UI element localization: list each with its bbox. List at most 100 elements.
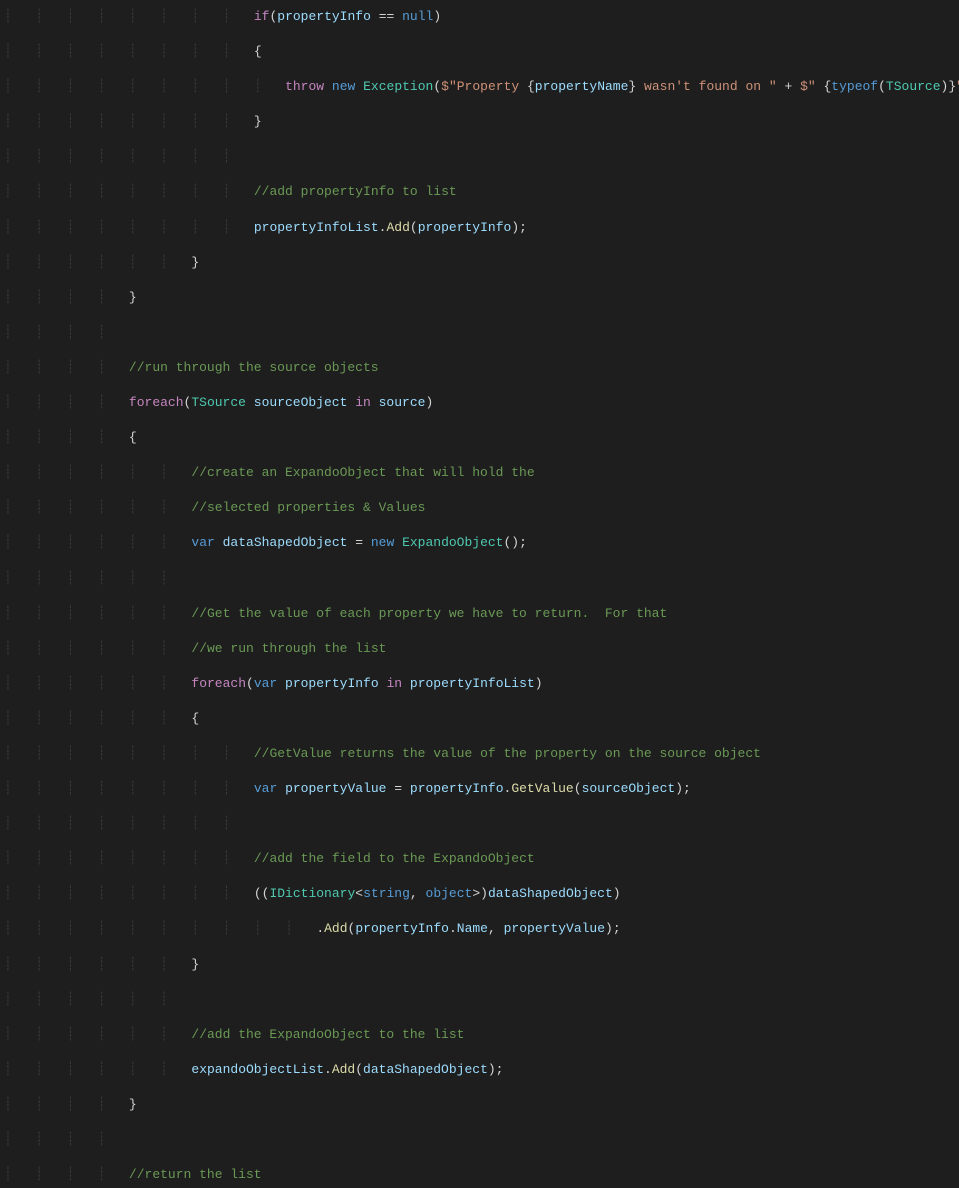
token-punct xyxy=(277,676,285,691)
code-line[interactable]: ┊ ┊ ┊ ┊ ┊ ┊ //create an ExpandoObject th… xyxy=(4,464,959,482)
token-punct: } xyxy=(129,290,137,305)
token-comment: //Get the value of each property we have… xyxy=(191,606,667,621)
token-punct: , xyxy=(410,886,426,901)
token-var: propertyValue xyxy=(285,781,386,796)
code-line[interactable]: ┊ ┊ ┊ ┊ ┊ ┊ expandoObjectList.Add(dataSh… xyxy=(4,1061,959,1079)
code-editor[interactable]: ┊ ┊ ┊ ┊ ┊ ┊ ┊ ┊ if(propertyInfo == null)… xyxy=(0,0,959,1188)
code-line[interactable]: ┊ ┊ ┊ ┊ ┊ ┊ xyxy=(4,991,959,1009)
token-str: $" xyxy=(800,79,823,94)
token-punct: , xyxy=(488,921,504,936)
code-line[interactable]: ┊ ┊ ┊ ┊ ┊ ┊ ┊ ┊ propertyInfoList.Add(pro… xyxy=(4,219,959,237)
code-line[interactable]: ┊ ┊ ┊ ┊ ┊ ┊ ┊ ┊ { xyxy=(4,43,959,61)
code-line[interactable]: ┊ ┊ ┊ ┊ ┊ ┊ ┊ ┊ //add propertyInfo to li… xyxy=(4,183,959,201)
token-punct: (); xyxy=(503,535,526,550)
code-line[interactable]: ┊ ┊ ┊ ┊ ┊ ┊ ┊ ┊ xyxy=(4,148,959,166)
token-type: IDictionary xyxy=(269,886,355,901)
token-comment: //return the list xyxy=(129,1167,262,1182)
code-line[interactable]: ┊ ┊ ┊ ┊ ┊ ┊ ┊ ┊ var propertyValue = prop… xyxy=(4,780,959,798)
token-var: Name xyxy=(457,921,488,936)
token-type: ExpandoObject xyxy=(402,535,503,550)
code-line[interactable]: ┊ ┊ ┊ ┊ } xyxy=(4,289,959,307)
code-line[interactable]: ┊ ┊ ┊ ┊ ┊ ┊ ┊ ┊ ┊ ┊ .Add(propertyInfo.Na… xyxy=(4,920,959,938)
token-kw: typeof xyxy=(831,79,878,94)
code-line[interactable]: ┊ ┊ ┊ ┊ ┊ ┊ ┊ ┊ ┊ throw new Exception($"… xyxy=(4,78,959,96)
token-punct: } xyxy=(254,114,262,129)
code-line[interactable]: ┊ ┊ ┊ ┊ //return the list xyxy=(4,1166,959,1184)
token-comment: //run through the source objects xyxy=(129,360,379,375)
indent-guide: ┊ ┊ ┊ ┊ ┊ ┊ ┊ ┊ xyxy=(4,184,254,199)
code-line[interactable]: ┊ ┊ ┊ ┊ //run through the source objects xyxy=(4,359,959,377)
code-line[interactable]: ┊ ┊ ┊ ┊ ┊ ┊ ┊ ┊ if(propertyInfo == null) xyxy=(4,8,959,26)
code-line[interactable]: ┊ ┊ ┊ ┊ ┊ ┊ var dataShapedObject = new E… xyxy=(4,534,959,552)
token-punct: ( xyxy=(348,921,356,936)
token-punct: ( xyxy=(433,79,441,94)
token-punct: } xyxy=(129,1097,137,1112)
code-line[interactable]: ┊ ┊ ┊ ┊ ┊ ┊ xyxy=(4,570,959,588)
token-punct: == xyxy=(371,9,402,24)
indent-guide: ┊ ┊ ┊ ┊ xyxy=(4,360,129,375)
token-comment: //add the ExpandoObject to the list xyxy=(191,1027,464,1042)
token-punct: { xyxy=(254,44,262,59)
token-punct xyxy=(324,79,332,94)
indent-guide: ┊ ┊ ┊ ┊ ┊ ┊ xyxy=(4,571,191,586)
code-line[interactable]: ┊ ┊ ┊ ┊ ┊ ┊ ┊ ┊ //add the field to the E… xyxy=(4,850,959,868)
token-comment: //create an ExpandoObject that will hold… xyxy=(191,465,534,480)
indent-guide: ┊ ┊ ┊ ┊ ┊ ┊ ┊ ┊ xyxy=(4,114,254,129)
indent-guide: ┊ ┊ ┊ ┊ xyxy=(4,325,129,340)
token-punct: )} xyxy=(941,79,957,94)
indent-guide: ┊ ┊ ┊ ┊ ┊ ┊ ┊ ┊ xyxy=(4,220,254,235)
code-line[interactable]: ┊ ┊ ┊ ┊ ┊ ┊ //selected properties & Valu… xyxy=(4,499,959,517)
code-line[interactable]: ┊ ┊ ┊ ┊ xyxy=(4,324,959,342)
token-punct: ); xyxy=(605,921,621,936)
token-var: propertyInfoList xyxy=(410,676,535,691)
token-var: dataShapedObject xyxy=(363,1062,488,1077)
indent-guide: ┊ ┊ ┊ ┊ ┊ ┊ ┊ ┊ xyxy=(4,816,254,831)
indent-guide: ┊ ┊ ┊ ┊ ┊ ┊ xyxy=(4,992,191,1007)
token-method: Add xyxy=(332,1062,355,1077)
code-line[interactable]: ┊ ┊ ┊ ┊ xyxy=(4,1131,959,1149)
token-str: wasn't found on " xyxy=(636,79,776,94)
code-line[interactable]: ┊ ┊ ┊ ┊ ┊ ┊ foreach(var propertyInfo in … xyxy=(4,675,959,693)
token-punct xyxy=(371,395,379,410)
token-punct: . xyxy=(449,921,457,936)
indent-guide: ┊ ┊ ┊ ┊ ┊ ┊ xyxy=(4,535,191,550)
indent-guide: ┊ ┊ ┊ ┊ ┊ ┊ ┊ ┊ xyxy=(4,149,254,164)
indent-guide: ┊ ┊ ┊ ┊ xyxy=(4,290,129,305)
token-punct: { xyxy=(527,79,535,94)
token-var: source xyxy=(379,395,426,410)
indent-guide: ┊ ┊ ┊ ┊ ┊ ┊ ┊ ┊ xyxy=(4,886,254,901)
indent-guide: ┊ ┊ ┊ ┊ xyxy=(4,430,129,445)
code-line[interactable]: ┊ ┊ ┊ ┊ ┊ ┊ { xyxy=(4,710,959,728)
indent-guide: ┊ ┊ ┊ ┊ ┊ ┊ xyxy=(4,606,191,621)
code-line[interactable]: ┊ ┊ ┊ ┊ ┊ ┊ //add the ExpandoObject to t… xyxy=(4,1026,959,1044)
token-punct xyxy=(215,535,223,550)
indent-guide: ┊ ┊ ┊ ┊ ┊ ┊ xyxy=(4,255,191,270)
token-kw: var xyxy=(191,535,214,550)
code-line[interactable]: ┊ ┊ ┊ ┊ ┊ ┊ } xyxy=(4,956,959,974)
token-punct: ( xyxy=(246,676,254,691)
code-line[interactable]: ┊ ┊ ┊ ┊ { xyxy=(4,429,959,447)
token-kw: string xyxy=(363,886,410,901)
indent-guide: ┊ ┊ ┊ ┊ xyxy=(4,1097,129,1112)
code-line[interactable]: ┊ ┊ ┊ ┊ ┊ ┊ //we run through the list xyxy=(4,640,959,658)
token-comment: //add propertyInfo to list xyxy=(254,184,457,199)
code-line[interactable]: ┊ ┊ ┊ ┊ ┊ ┊ //Get the value of each prop… xyxy=(4,605,959,623)
indent-guide: ┊ ┊ ┊ ┊ ┊ ┊ xyxy=(4,500,191,515)
code-line[interactable]: ┊ ┊ ┊ ┊ } xyxy=(4,1096,959,1114)
code-line[interactable]: ┊ ┊ ┊ ┊ ┊ ┊ ┊ ┊ xyxy=(4,815,959,833)
token-punct: = xyxy=(386,781,409,796)
indent-guide: ┊ ┊ ┊ ┊ ┊ ┊ xyxy=(4,676,191,691)
code-line[interactable]: ┊ ┊ ┊ ┊ ┊ ┊ ┊ ┊ ((IDictionary<string, ob… xyxy=(4,885,959,903)
token-punct xyxy=(394,535,402,550)
token-punct xyxy=(379,676,387,691)
indent-guide: ┊ ┊ ┊ ┊ ┊ ┊ ┊ ┊ ┊ xyxy=(4,79,285,94)
code-line[interactable]: ┊ ┊ ┊ ┊ ┊ ┊ ┊ ┊ //GetValue returns the v… xyxy=(4,745,959,763)
token-ctrl: in xyxy=(386,676,402,691)
code-line[interactable]: ┊ ┊ ┊ ┊ ┊ ┊ } xyxy=(4,254,959,272)
indent-guide: ┊ ┊ ┊ ┊ ┊ ┊ ┊ ┊ xyxy=(4,44,254,59)
code-line[interactable]: ┊ ┊ ┊ ┊ ┊ ┊ ┊ ┊ } xyxy=(4,113,959,131)
code-line[interactable]: ┊ ┊ ┊ ┊ foreach(TSource sourceObject in … xyxy=(4,394,959,412)
token-punct: < xyxy=(355,886,363,901)
token-ctrl: throw xyxy=(285,79,324,94)
indent-guide: ┊ ┊ ┊ ┊ ┊ ┊ ┊ ┊ xyxy=(4,746,254,761)
